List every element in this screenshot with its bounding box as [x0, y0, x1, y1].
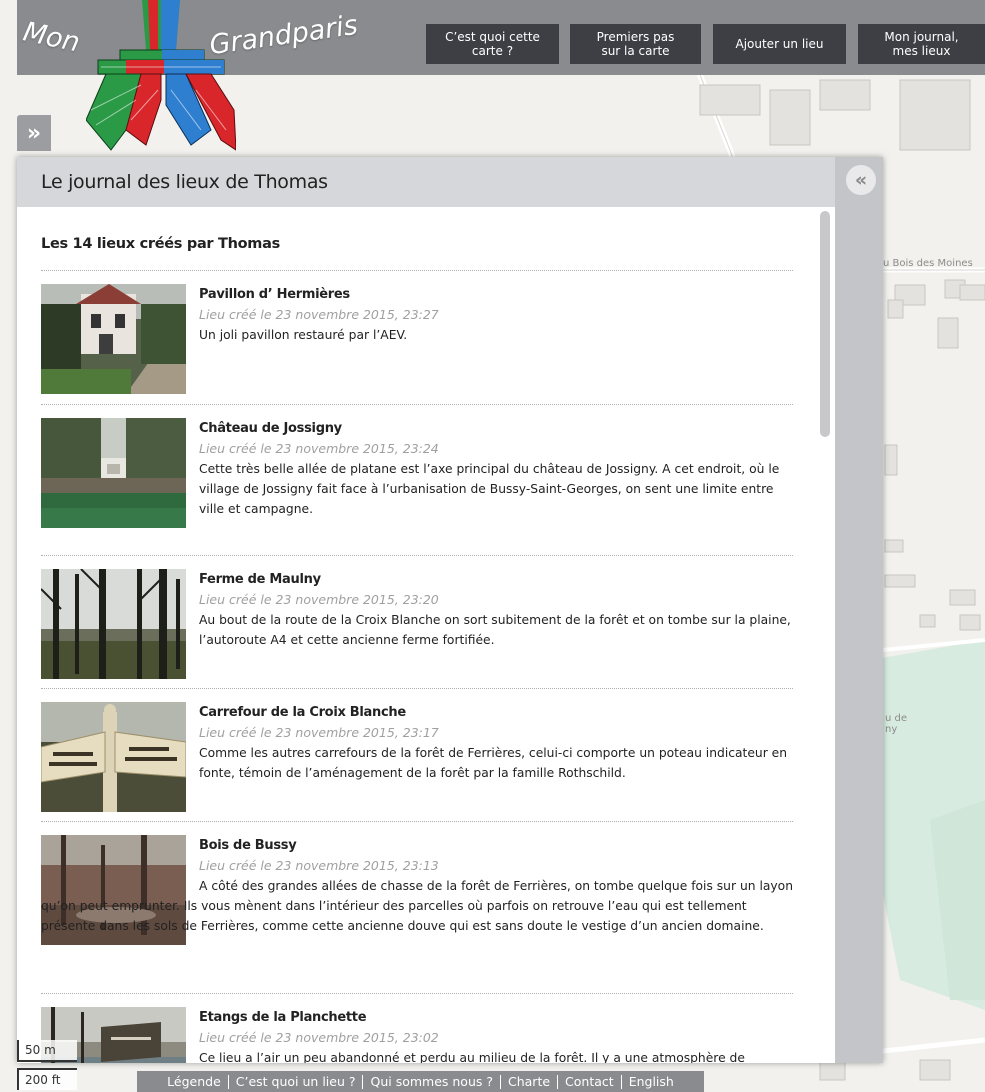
place-name[interactable]: Pavillon d’ Hermières — [199, 287, 350, 302]
place-thumbnail[interactable] — [41, 418, 186, 528]
panel-header: Le journal des lieux de Thomas — [17, 157, 835, 207]
place-thumbnail[interactable] — [41, 284, 186, 394]
footer-link-what-is-place[interactable]: C’est quoi un lieu ? — [227, 1074, 363, 1089]
place-description: Comme les autres carrefours de la forêt … — [199, 746, 788, 780]
place-date: Lieu créé le 23 novembre 2015, 23:13 — [199, 858, 439, 873]
nav-button-add-place[interactable]: Ajouter un lieu — [713, 24, 846, 64]
avenue-photo-icon — [41, 418, 186, 528]
nav-button-first-steps[interactable]: Premiers pas sur la carte — [570, 24, 701, 64]
place-item: Etangs de la Planchette Lieu créé le 23 … — [41, 993, 793, 1063]
nav-button-my-journal[interactable]: Mon journal, mes lieux — [858, 24, 985, 64]
place-date: Lieu créé le 23 novembre 2015, 23:02 — [199, 1030, 439, 1045]
collapse-panel-button[interactable]: « — [846, 165, 876, 195]
nav-button-about-map[interactable]: C’est quoi cette carte ? — [426, 24, 559, 64]
place-thumbnail[interactable] — [41, 702, 186, 812]
place-description: A côté des grandes allées de chasse de l… — [41, 879, 793, 933]
scrollbar-thumb[interactable] — [820, 211, 830, 437]
place-item: Carrefour de la Croix Blanche Lieu créé … — [41, 688, 793, 821]
place-item: Bois de Bussy Lieu créé le 23 novembre 2… — [41, 821, 793, 992]
footer-links: Légende C’est quoi un lieu ? Qui sommes … — [137, 1071, 704, 1092]
footer-link-contact[interactable]: Contact — [557, 1074, 621, 1089]
footer-link-legend[interactable]: Légende — [160, 1074, 228, 1089]
footer-link-charter[interactable]: Charte — [500, 1074, 557, 1089]
place-date: Lieu créé le 23 novembre 2015, 23:24 — [199, 441, 439, 456]
panel-title: Le journal des lieux de Thomas — [41, 171, 328, 193]
place-description: Ce lieu a l’air un peu abandonné et perd… — [199, 1051, 745, 1063]
section-title: Les 14 lieux créés par Thomas — [41, 236, 280, 252]
panel-content[interactable]: Les 14 lieux créés par Thomas Pavillon d… — [17, 207, 835, 1063]
place-description: Un joli pavillon restauré par l’AEV. — [199, 328, 408, 342]
place-item: Ferme de Maulny Lieu créé le 23 novembre… — [41, 555, 793, 688]
signpost-photo-icon — [41, 702, 186, 812]
place-date: Lieu créé le 23 novembre 2015, 23:20 — [199, 592, 439, 607]
place-thumbnail[interactable] — [41, 569, 186, 679]
place-date: Lieu créé le 23 novembre 2015, 23:17 — [199, 725, 439, 740]
footer-link-about-us[interactable]: Qui sommes nous ? — [362, 1074, 500, 1089]
place-name[interactable]: Carrefour de la Croix Blanche — [199, 705, 406, 720]
place-date: Lieu créé le 23 novembre 2015, 23:27 — [199, 307, 439, 322]
map-label-place: u de ny — [885, 713, 908, 735]
footer-link-english[interactable]: English — [620, 1074, 681, 1089]
place-name[interactable]: Bois de Bussy — [199, 838, 297, 853]
expand-panel-button[interactable]: » — [17, 115, 51, 151]
scale-imperial: 200 ft — [17, 1068, 77, 1090]
journal-panel: Le journal des lieux de Thomas « Les 14 … — [17, 157, 883, 1063]
place-name[interactable]: Château de Jossigny — [199, 421, 342, 436]
place-description: Cette très belle allée de platane est l’… — [199, 462, 780, 516]
place-item: Pavillon d’ Hermières Lieu créé le 23 no… — [41, 270, 793, 401]
place-name[interactable]: Ferme de Maulny — [199, 572, 321, 587]
place-name[interactable]: Etangs de la Planchette — [199, 1010, 367, 1025]
logo-word-mon: Mon — [20, 16, 83, 59]
forest-photo-icon — [41, 569, 186, 679]
scale-metric: 50 m — [17, 1040, 77, 1062]
logo-eiffel-tower-icon[interactable] — [86, 0, 236, 155]
place-item: Château de Jossigny Lieu créé le 23 nove… — [41, 404, 793, 555]
house-photo-icon — [41, 284, 186, 394]
place-description: Au bout de la route de la Croix Blanche … — [199, 613, 791, 647]
map-label-bois-des-moines: u Bois des Moines — [883, 258, 973, 269]
